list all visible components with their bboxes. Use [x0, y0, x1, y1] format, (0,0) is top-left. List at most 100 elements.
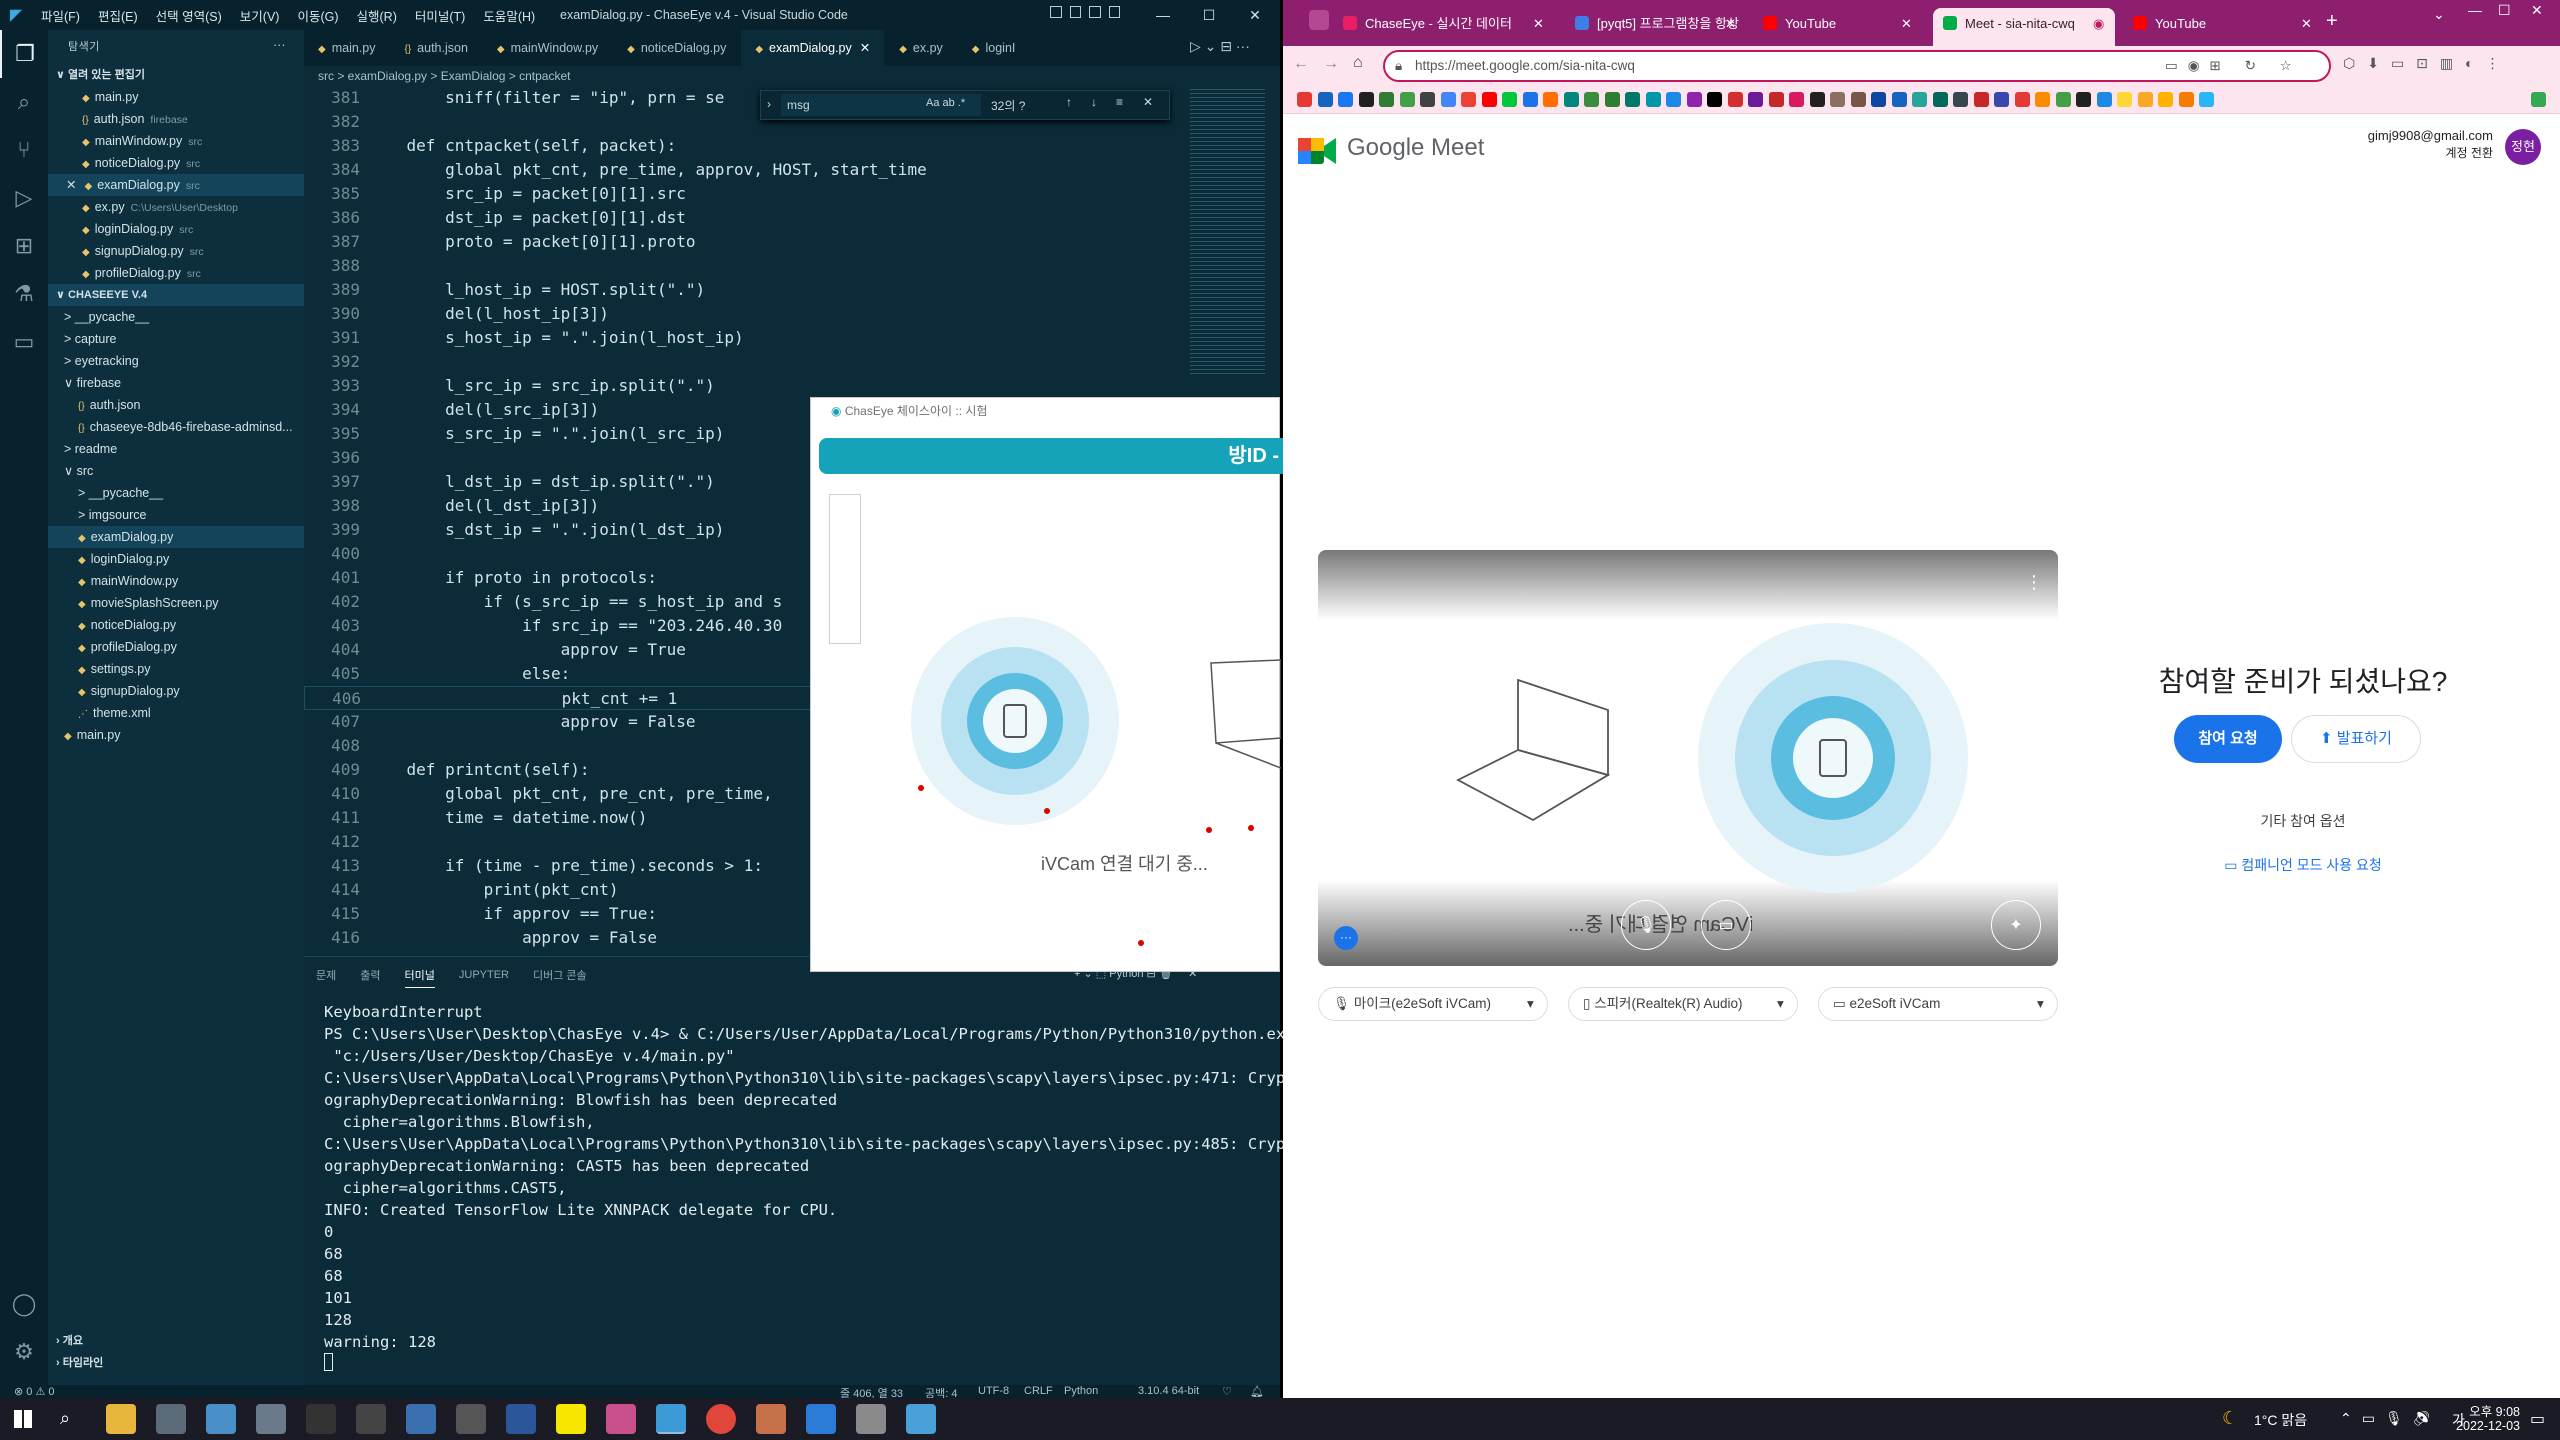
- panel-tab[interactable]: 터미널: [404, 963, 435, 988]
- explorer-icon[interactable]: ❐: [0, 30, 48, 78]
- media-app-icon[interactable]: [606, 1404, 636, 1434]
- weather-text[interactable]: 1°C 맑음: [2254, 1410, 2307, 1430]
- terminal-app-icon[interactable]: [306, 1404, 336, 1434]
- search-icon[interactable]: ⌕: [60, 1408, 70, 1429]
- mic-toggle-icon[interactable]: 🎙︎: [1621, 900, 1671, 950]
- editor-tab[interactable]: ◆ examDialog.py ✕: [741, 30, 886, 66]
- open-editor-item[interactable]: ◆ ex.py C:\Users\User\Desktop: [48, 196, 304, 218]
- breadcrumb[interactable]: src > examDialog.py > ExamDialog > cntpa…: [304, 66, 1280, 86]
- find-selection-icon[interactable]: ≡: [1116, 95, 1123, 109]
- bookmark-folder-icon[interactable]: [2531, 92, 2546, 107]
- bookmark-icon[interactable]: [1461, 92, 1476, 107]
- eol-setting[interactable]: CRLF: [1024, 1385, 1053, 1397]
- close-icon[interactable]: ✕: [860, 41, 870, 55]
- tree-item[interactable]: {} auth.json: [48, 394, 304, 416]
- menu-item[interactable]: 보기(V): [240, 6, 280, 25]
- bookmark-icon[interactable]: [1686, 92, 1702, 107]
- menu-item[interactable]: 선택 영역(S): [156, 6, 222, 25]
- maximize-button[interactable]: ☐: [1186, 0, 1232, 30]
- notification-center-icon[interactable]: ▭: [2530, 1409, 2545, 1429]
- tab-close-icon[interactable]: ✕: [1901, 8, 1912, 40]
- bookmark-icon[interactable]: [2199, 92, 2214, 107]
- source-control-icon[interactable]: ⑂: [0, 126, 48, 174]
- tree-item[interactable]: ◆ main.py: [48, 724, 304, 746]
- more-options-icon[interactable]: ···: [1334, 926, 1358, 950]
- bookmark-icon[interactable]: [1625, 92, 1640, 107]
- bookmark-icon[interactable]: [2014, 92, 2030, 107]
- timeline-section[interactable]: › 타임라인: [48, 1352, 304, 1374]
- app-icon-7[interactable]: [906, 1404, 936, 1434]
- tree-item[interactable]: ◆ mainWindow.py: [48, 570, 304, 592]
- run-file-icon[interactable]: ▷ ⌄ ⊟ ···: [1190, 38, 1250, 55]
- open-editor-item[interactable]: ◆ profileDialog.py src: [48, 262, 304, 284]
- outline-section[interactable]: › 개요: [48, 1330, 304, 1352]
- avatar[interactable]: 정현: [2505, 129, 2541, 165]
- project-section[interactable]: ∨ CHASEEYE V.4: [48, 284, 304, 306]
- run-debug-icon[interactable]: ▷: [0, 174, 48, 222]
- bookmark-icon[interactable]: [1953, 92, 1968, 107]
- clock-date[interactable]: 2022-12-03: [2420, 1419, 2520, 1433]
- tree-item[interactable]: > readme: [48, 438, 304, 460]
- panel-tab[interactable]: 출력: [360, 963, 380, 987]
- powershell-icon[interactable]: [406, 1404, 436, 1434]
- tree-item[interactable]: ◆ noticeDialog.py: [48, 614, 304, 636]
- google-meet-logo-icon[interactable]: [1298, 134, 1338, 168]
- bookmark-icon[interactable]: [1666, 92, 1681, 107]
- preview-options-icon[interactable]: ⋮: [2025, 572, 2043, 593]
- open-editor-item[interactable]: ◆ signupDialog.py src: [48, 240, 304, 262]
- app-icon-2[interactable]: [206, 1404, 236, 1434]
- minimize-button[interactable]: —: [1140, 0, 1186, 30]
- bookmark-icon[interactable]: [1912, 92, 1927, 107]
- tab-close-icon[interactable]: ✕: [2301, 8, 2312, 40]
- close-button[interactable]: ✕: [1232, 0, 1278, 30]
- app-icon-4[interactable]: [356, 1404, 386, 1434]
- visual-effects-icon[interactable]: ✦: [1991, 900, 2041, 950]
- bookmark-icon[interactable]: [1563, 92, 1579, 107]
- problems-indicator[interactable]: ⊗ 0 ⚠ 0: [14, 1385, 54, 1398]
- editor-tab[interactable]: ◆ noticeDialog.py: [613, 30, 742, 66]
- tree-item[interactable]: ◆ movieSplashScreen.py: [48, 592, 304, 614]
- editor-tab[interactable]: ◆ main.py: [304, 30, 391, 66]
- panel-tab[interactable]: 문제: [316, 963, 336, 987]
- settings-app-icon[interactable]: [456, 1404, 486, 1434]
- bookmark-icon[interactable]: [2137, 92, 2153, 107]
- bookmark-icon[interactable]: [1399, 92, 1415, 107]
- chaseeye-app-icon[interactable]: [656, 1404, 686, 1434]
- find-prev-icon[interactable]: ↑: [1066, 95, 1072, 109]
- panel-tab[interactable]: JUPYTER: [459, 965, 509, 985]
- app-icon-3[interactable]: [256, 1404, 286, 1434]
- open-editor-item[interactable]: ◆ loginDialog.py src: [48, 218, 304, 240]
- bookmark-icon[interactable]: [1850, 92, 1866, 107]
- open-editor-item[interactable]: ◆ main.py: [48, 86, 304, 108]
- bookmark-icon[interactable]: [2055, 92, 2071, 107]
- remote-explorer-icon[interactable]: ▭: [0, 318, 48, 366]
- start-button-icon[interactable]: [14, 1410, 32, 1428]
- tree-item[interactable]: > imgsource: [48, 504, 304, 526]
- kakaotalk-icon[interactable]: [556, 1404, 586, 1434]
- feedback-icon[interactable]: ♡: [1222, 1385, 1232, 1398]
- chrome-minimize-button[interactable]: —: [2468, 2, 2482, 18]
- menu-item[interactable]: 파일(F): [41, 6, 80, 25]
- bookmark-icon[interactable]: [2158, 92, 2173, 107]
- tree-item[interactable]: > eyetracking: [48, 350, 304, 372]
- bookmark-icon[interactable]: [1317, 92, 1333, 107]
- bookmark-icon[interactable]: [1891, 92, 1907, 107]
- editor-tab[interactable]: ◆ loginI: [958, 30, 1031, 66]
- settings-gear-icon[interactable]: ⚙: [0, 1328, 48, 1376]
- bookmark-icon[interactable]: [1645, 92, 1661, 107]
- bookmark-icon[interactable]: [2178, 92, 2194, 107]
- bookmark-icon[interactable]: [1707, 92, 1722, 107]
- camera-toggle-icon[interactable]: ▭: [1701, 900, 1751, 950]
- close-icon[interactable]: ✕: [66, 178, 76, 192]
- browser-tab[interactable]: [pyqt5] 프로그램창을 항상 ✕: [1565, 8, 1747, 46]
- bookmark-icon[interactable]: [1604, 92, 1620, 107]
- tree-item[interactable]: ◆ signupDialog.py: [48, 680, 304, 702]
- browser-tab[interactable]: Meet - sia-nita-cwq ◉: [1933, 8, 2115, 46]
- bookmark-icon[interactable]: [1809, 92, 1825, 107]
- switch-account-link[interactable]: 계정 전환: [2283, 144, 2494, 161]
- search-icon[interactable]: ⌕: [0, 78, 48, 126]
- menu-item[interactable]: 편집(E): [98, 6, 138, 25]
- layout-toggle-icons[interactable]: [1050, 6, 1120, 24]
- editor-tab[interactable]: ◆ ex.py: [885, 30, 958, 66]
- chrome-close-button[interactable]: ✕: [2531, 2, 2543, 19]
